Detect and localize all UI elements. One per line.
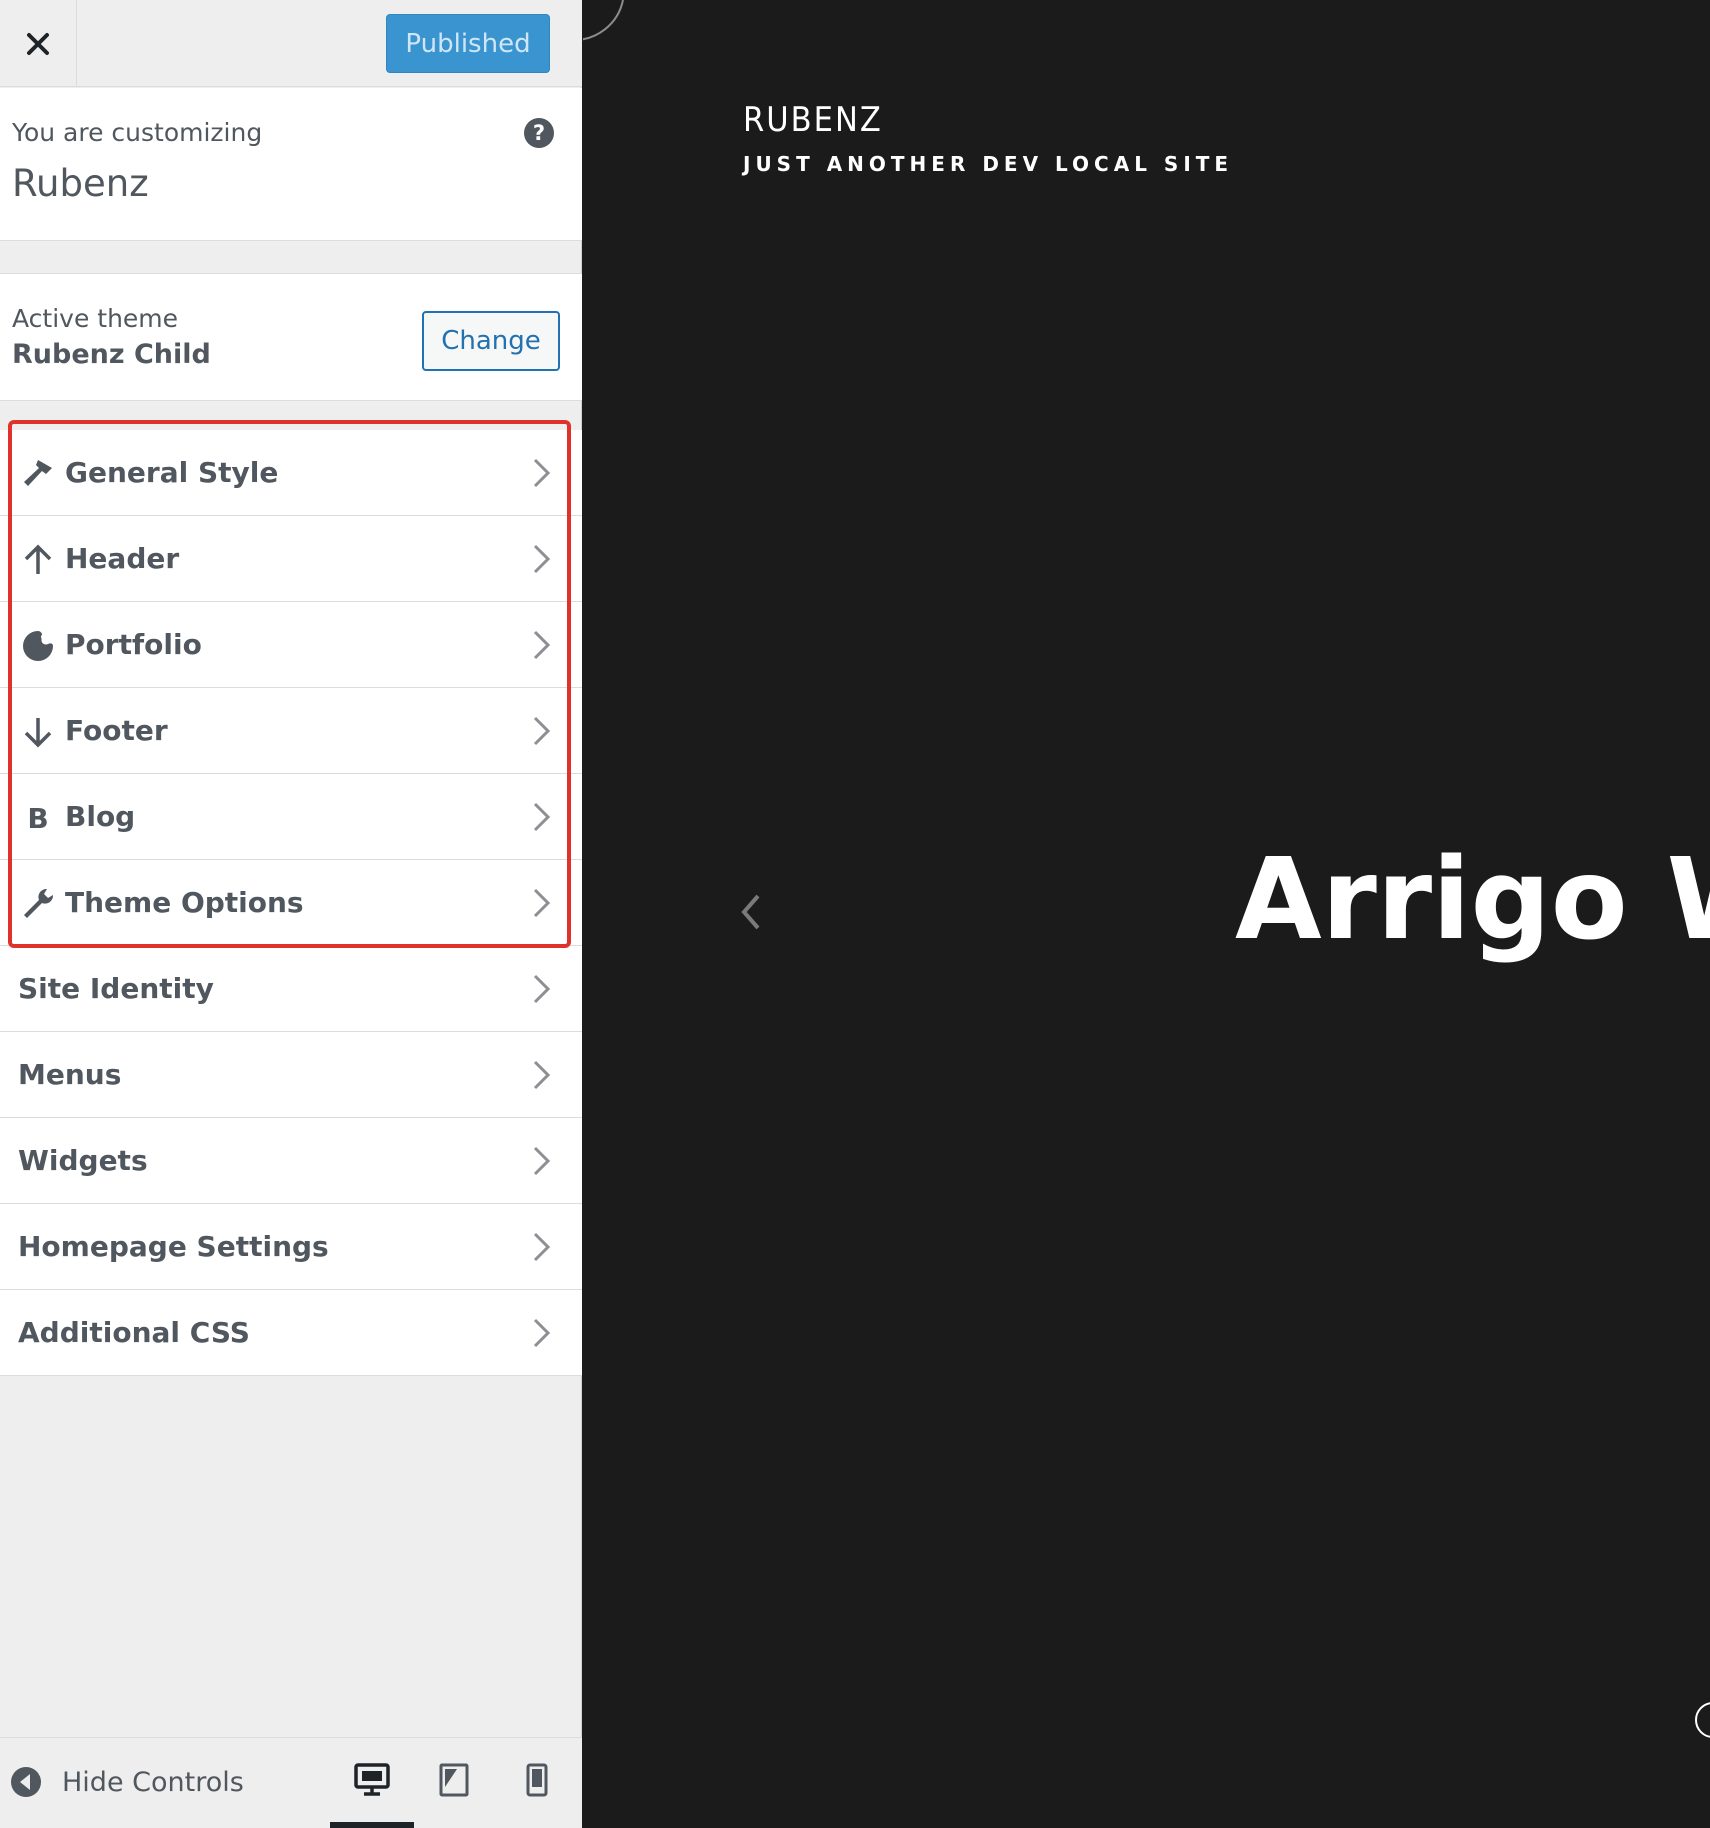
preview-tablet-button[interactable]: [433, 1758, 475, 1802]
chevron-right-icon: [533, 888, 551, 918]
chevron-right-icon: [533, 1232, 551, 1262]
section-label: Menus: [18, 1058, 122, 1091]
hide-controls-label: Hide Controls: [62, 1766, 244, 1798]
section-header[interactable]: Header: [0, 516, 582, 602]
arrow-up-icon: [20, 542, 56, 578]
chevron-right-icon: [533, 802, 551, 832]
section-label: Blog: [65, 800, 136, 833]
hide-controls-button[interactable]: Hide Controls: [10, 1766, 244, 1798]
section-menus[interactable]: Menus: [0, 1032, 582, 1118]
chevron-right-icon: [533, 630, 551, 660]
section-label: Header: [65, 542, 180, 575]
preview-mobile-button[interactable]: [516, 1758, 558, 1802]
section-label: Site Identity: [18, 972, 214, 1005]
collapse-icon: [11, 1767, 41, 1797]
customizing-pre-title: You are customizing: [12, 118, 263, 147]
close-customizer-button[interactable]: [0, 0, 77, 87]
active-theme-panel: Active theme Rubenz Child Change: [0, 273, 582, 401]
active-theme-name: Rubenz Child: [12, 339, 211, 370]
palette-icon: [20, 628, 56, 664]
site-tagline: JUST ANOTHER DEV LOCAL SITE: [743, 152, 1234, 176]
customizer-footer: Hide Controls: [0, 1737, 582, 1828]
site-preview: RUBENZ JUST ANOTHER DEV LOCAL SITE Arrig…: [583, 0, 1710, 1828]
customizer-header: Published: [0, 0, 582, 87]
tablet-icon: [439, 1763, 469, 1797]
section-blog[interactable]: B Blog: [0, 774, 582, 860]
chevron-right-icon: [533, 1146, 551, 1176]
customizer-sidebar: Published You are customizing Rubenz ? A…: [0, 0, 582, 1828]
customizer-sections: General Style Header Portfolio Footer B …: [0, 430, 582, 1376]
chevron-right-icon: [533, 544, 551, 574]
wrench-icon: [20, 886, 56, 922]
close-icon: [27, 32, 49, 55]
section-footer[interactable]: Footer: [0, 688, 582, 774]
section-theme-options[interactable]: Theme Options: [0, 860, 582, 946]
preview-desktop-button[interactable]: [351, 1758, 393, 1802]
section-homepage-settings[interactable]: Homepage Settings: [0, 1204, 582, 1290]
desktop-icon: [354, 1763, 390, 1796]
hammer-icon: [20, 456, 56, 492]
section-label: Additional CSS: [18, 1316, 250, 1349]
section-additional-css[interactable]: Additional CSS: [0, 1290, 582, 1376]
chevron-right-icon: [533, 1060, 551, 1090]
section-general-style[interactable]: General Style: [0, 430, 582, 516]
help-icon[interactable]: ?: [524, 118, 554, 148]
customizing-title: Rubenz: [12, 162, 149, 205]
bold-b-icon: B: [27, 801, 49, 835]
slider-prev-icon[interactable]: [738, 892, 764, 932]
chevron-right-icon: [533, 1318, 551, 1348]
section-portfolio[interactable]: Portfolio: [0, 602, 582, 688]
section-widgets[interactable]: Widgets: [0, 1118, 582, 1204]
section-label: Portfolio: [65, 628, 202, 661]
section-label: General Style: [65, 456, 279, 489]
customizing-info: You are customizing Rubenz ?: [0, 88, 582, 241]
arrow-down-icon: [20, 714, 56, 750]
chevron-right-icon: [533, 716, 551, 746]
chevron-right-icon: [533, 458, 551, 488]
active-device-indicator: [330, 1822, 414, 1828]
chevron-right-icon: [533, 974, 551, 1004]
site-title[interactable]: RUBENZ: [743, 100, 883, 140]
section-label: Homepage Settings: [18, 1230, 329, 1263]
section-label: Theme Options: [65, 886, 304, 919]
section-label: Widgets: [18, 1144, 148, 1177]
mobile-icon: [526, 1763, 548, 1797]
active-theme-label: Active theme: [12, 304, 179, 333]
change-theme-button[interactable]: Change: [422, 311, 560, 371]
decorative-arc: [583, 0, 624, 41]
slider-next-icon[interactable]: [1693, 1700, 1710, 1740]
section-site-identity[interactable]: Site Identity: [0, 946, 582, 1032]
section-label: Footer: [65, 714, 168, 747]
hero-heading: Arrigo W: [1235, 835, 1710, 965]
published-button[interactable]: Published: [386, 14, 550, 73]
